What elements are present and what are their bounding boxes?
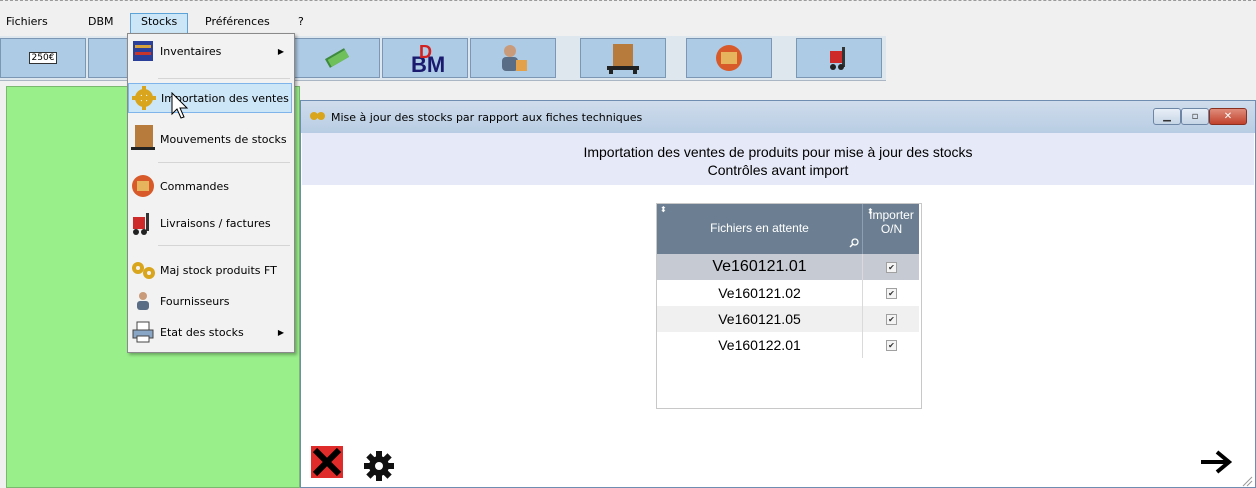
crate-icon	[607, 44, 639, 74]
table-row[interactable]: Ve160121.02 ✔	[657, 280, 919, 306]
menu-item-label: Livraisons / factures	[160, 216, 271, 230]
window-titlebar[interactable]: Mise à jour des stocks par rapport aux f…	[301, 101, 1255, 133]
import-checkbox[interactable]: ✔	[886, 287, 897, 299]
settings-gear-icon[interactable]	[363, 450, 395, 482]
supplier-person-icon	[502, 45, 527, 71]
table-row[interactable]: Ve160122.01 ✔	[657, 332, 919, 358]
column-header-import[interactable]: ⬍ Importer O/N	[862, 204, 920, 254]
table-header: ⬍ Fichiers en attente ⬍ Importer O/N	[657, 204, 919, 254]
toolbar-button-suppliers[interactable]	[470, 38, 556, 78]
banknotes-icon	[324, 48, 350, 68]
table-row[interactable]: Ve160121.01 ✔	[657, 254, 919, 280]
menu-fichiers[interactable]: Fichiers	[6, 15, 48, 28]
table-row[interactable]: Ve160121.05 ✔	[657, 306, 919, 332]
menu-item-label: Mouvements de stocks	[160, 132, 287, 146]
toolbar-button-orders[interactable]	[686, 38, 772, 78]
forklift-icon	[830, 47, 845, 70]
header-subtitle: Contrôles avant import	[707, 162, 849, 178]
import-checkbox[interactable]: ✔	[886, 313, 897, 325]
pending-files-table: ⬍ Fichiers en attente ⬍ Importer O/N Ve1…	[656, 203, 922, 409]
sort-icon: ⬍	[867, 207, 874, 216]
dbm-logo-icon: BMD	[411, 42, 445, 75]
menu-item-label: Commandes	[160, 179, 230, 193]
resize-grip-icon[interactable]	[1241, 475, 1253, 487]
menu-item-fournisseurs[interactable]: Fournisseurs	[128, 286, 292, 316]
minimize-button[interactable]: ▁	[1153, 108, 1181, 125]
menu-preferences[interactable]: Préférences	[205, 15, 270, 28]
top-border	[0, 0, 1256, 1]
menu-dbm[interactable]: DBM	[88, 15, 114, 28]
submenu-arrow-icon: ▶	[277, 46, 284, 56]
column-header-label: Fichiers en attente	[710, 221, 809, 235]
toolbar-button-deliveries[interactable]	[796, 38, 882, 78]
menu-item-label: Fournisseurs	[160, 294, 230, 308]
import-checkbox[interactable]: ✔	[886, 339, 897, 351]
column-header-label: O/N	[880, 222, 903, 236]
svg-text:D: D	[419, 42, 432, 62]
toolbar-button-price[interactable]: 250€	[0, 38, 86, 78]
menu-item-mouvements-stocks[interactable]: Mouvements de stocks	[128, 124, 292, 154]
next-arrow-icon[interactable]	[1199, 449, 1233, 475]
header-title: Importation des ventes de produits pour …	[583, 144, 973, 160]
menu-item-commandes[interactable]: Commandes	[128, 171, 292, 201]
menu-item-livraisons-factures[interactable]: Livraisons / factures	[128, 208, 292, 238]
menu-stocks[interactable]: Stocks	[130, 13, 189, 34]
gears-icon	[130, 257, 156, 283]
window-header: Importation des ventes de produits pour …	[302, 133, 1254, 185]
toolbar-button-dbm[interactable]: BM D	[382, 38, 468, 78]
file-name: Ve160121.01	[712, 258, 807, 275]
menu-item-label: Inventaires	[160, 44, 222, 58]
stocks-dropdown-menu: Inventaires ▶ Importation des ventes Mou…	[127, 33, 295, 353]
menu-separator	[158, 78, 290, 79]
inventory-icon	[130, 38, 156, 64]
printer-icon	[130, 319, 156, 345]
maximize-button[interactable]: ▫	[1181, 108, 1209, 125]
menubar: Fichiers DBM Stocks Préférences ?	[0, 8, 1256, 34]
menu-item-label: Maj stock produits FT	[160, 263, 277, 277]
search-icon	[849, 238, 859, 248]
close-button[interactable]: ✕	[1209, 108, 1247, 125]
file-name: Ve160121.05	[718, 311, 801, 327]
file-name: Ve160122.01	[718, 337, 801, 353]
mouse-cursor-icon	[171, 92, 189, 119]
price-tag-icon: 250€	[28, 52, 58, 64]
stock-update-window: Mise à jour des stocks par rapport aux f…	[300, 100, 1256, 488]
close-x-icon	[312, 447, 342, 477]
cancel-button[interactable]	[311, 446, 343, 478]
menu-help[interactable]: ?	[298, 15, 304, 28]
column-header-files[interactable]: ⬍ Fichiers en attente	[657, 204, 862, 254]
boxes-icon	[716, 45, 742, 71]
toolbar-button-stock-movements[interactable]	[580, 38, 666, 78]
menu-item-importation-ventes[interactable]: Importation des ventes	[128, 83, 292, 113]
window-title: Mise à jour des stocks par rapport aux f…	[331, 111, 643, 124]
sort-icon: ⬍	[660, 205, 667, 214]
import-checkbox[interactable]: ✔	[886, 261, 897, 273]
file-name: Ve160121.02	[718, 285, 801, 301]
forklift-icon	[130, 210, 156, 236]
menu-item-label: Etat des stocks	[160, 325, 244, 339]
menu-item-etat-stocks[interactable]: Etat des stocks ▶	[128, 317, 292, 347]
menu-separator	[158, 245, 290, 246]
menu-item-maj-stock-produits[interactable]: Maj stock produits FT	[128, 255, 292, 285]
crate-icon	[130, 125, 156, 152]
gears-icon	[131, 85, 157, 111]
person-icon	[130, 288, 156, 314]
menu-item-inventaires[interactable]: Inventaires ▶	[128, 36, 292, 66]
menu-separator	[158, 162, 290, 163]
toolbar-button-money[interactable]	[294, 38, 380, 78]
window-gears-icon	[309, 109, 325, 126]
boxes-icon	[130, 173, 156, 199]
submenu-arrow-icon: ▶	[277, 327, 284, 337]
